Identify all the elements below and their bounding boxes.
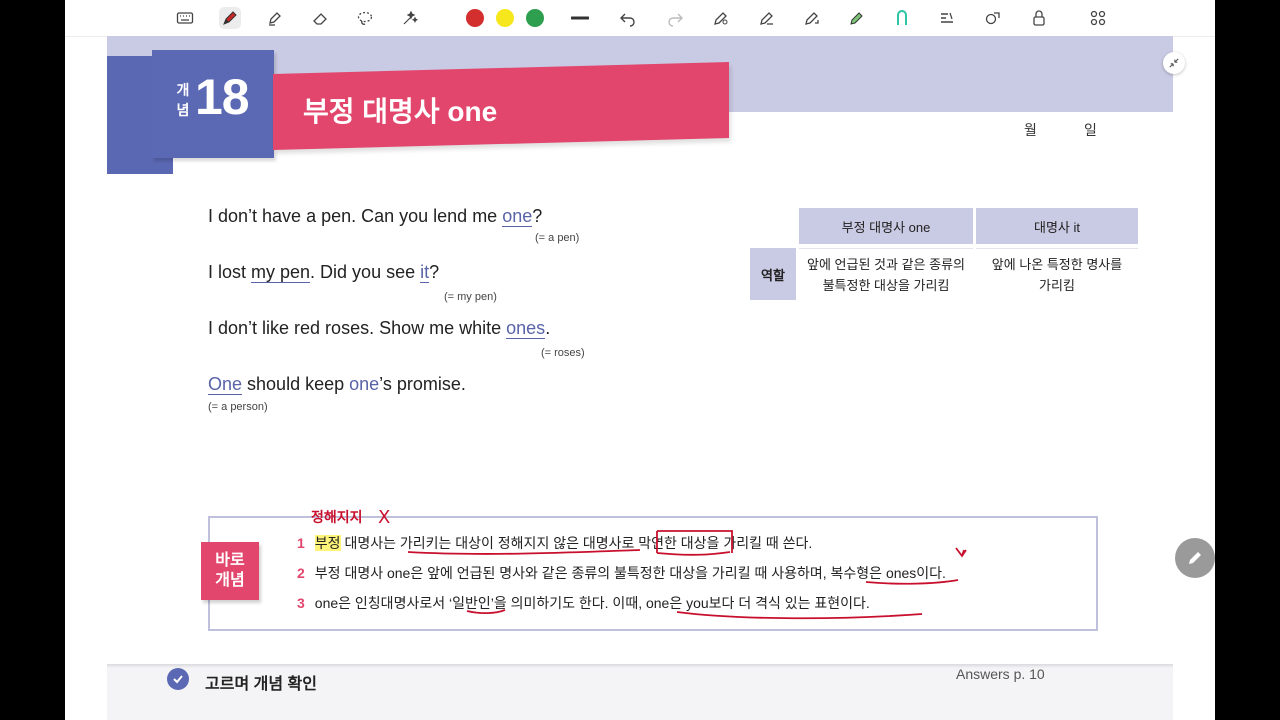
textbook-page: 개 념 18 부정 대명사 one 월 일 I don’t have a pen… (107, 36, 1173, 664)
page-title: 부정 대명사 one (303, 96, 498, 127)
document-canvas[interactable]: 개 념 18 부정 대명사 one 월 일 I don’t have a pen… (107, 36, 1173, 720)
collapse-icon[interactable] (1163, 52, 1185, 74)
keyword-one-capital: One (208, 374, 243, 395)
table-header-one: 부정 대명사 one (799, 208, 973, 244)
table-row-label: 역할 (750, 248, 796, 300)
concept-label-char-2: 념 (176, 102, 190, 118)
magic-icon[interactable] (399, 7, 421, 29)
pen-settings-icon[interactable] (710, 7, 732, 29)
keyboard-icon[interactable] (174, 7, 196, 29)
shape-pen-icon[interactable] (756, 7, 778, 29)
keyword-ones: ones (506, 318, 546, 339)
concept-item-2: 2 부정 대명사 one은 앞에 언급된 명사와 같은 종류의 불특정한 대상을 … (297, 565, 946, 581)
example-note-2: (= my pen) (444, 291, 497, 303)
example-sentence-2: I lost my pen. Did you see it? (208, 262, 440, 283)
concept-label: 개 념 (175, 80, 191, 120)
highlighter-icon[interactable] (264, 7, 286, 29)
stroke-icon[interactable] (891, 7, 913, 29)
redo-icon[interactable] (664, 7, 686, 29)
color-green-swatch[interactable] (526, 9, 544, 27)
example-sentence-3: I don’t like red roses. Show me white on… (208, 318, 551, 339)
concept-number: 18 (195, 69, 250, 125)
lock-icon[interactable] (1028, 7, 1050, 29)
lasso-icon[interactable] (354, 7, 376, 29)
pencil-fab-icon[interactable] (1175, 538, 1215, 578)
example-sentence-4: One should keep one’s promise. (208, 374, 466, 395)
tape-icon[interactable] (801, 7, 823, 29)
shapes-icon[interactable] (982, 7, 1004, 29)
answers-reference: Answers p. 10 (956, 666, 1045, 682)
pen-icon[interactable] (219, 7, 241, 29)
concept-box-tag: 바로 개념 (201, 542, 259, 600)
drawing-toolbar (65, 0, 1215, 37)
table-cell-it: 앞에 나온 특정한 명사를 가리킴 (976, 248, 1138, 301)
eraser-icon[interactable] (309, 7, 331, 29)
day-label: 일 (1084, 122, 1097, 138)
month-label: 월 (1024, 122, 1037, 138)
color-red-swatch[interactable] (466, 9, 484, 27)
table-header-it: 대명사 it (976, 208, 1138, 244)
color-yellow-swatch[interactable] (496, 9, 514, 27)
note-app-window: 개 념 18 부정 대명사 one 월 일 I don’t have a pen… (65, 0, 1215, 720)
concept-label-char-1: 개 (176, 82, 190, 98)
green-pen-icon[interactable] (846, 7, 868, 29)
keyword-it: it (420, 262, 430, 283)
concept-item-1: 1 부정 대명사는 가리키는 대상이 정해지지 않은 대명사로 막연한 대상을 가… (297, 535, 813, 551)
example-sentence-1: I don’t have a pen. Can you lend me one? (208, 206, 543, 227)
check-circle-icon (167, 668, 189, 690)
grid-icon[interactable] (1087, 7, 1109, 29)
stroke-width-icon[interactable] (569, 7, 591, 29)
section-title: 고르며 개념 확인 (205, 676, 317, 693)
table-cell-one: 앞에 언급된 것과 같은 종류의 불특정한 대상을 가리킴 (799, 248, 973, 301)
keyword-one: one (502, 206, 533, 227)
undo-icon[interactable] (617, 7, 639, 29)
concept-item-3: 3 one은 인칭대명사로서 ‘일반인’을 의미하기도 한다. 이때, one은 … (297, 595, 870, 611)
example-note-3: (= roses) (541, 347, 585, 359)
text-icon[interactable] (936, 7, 958, 29)
example-note-1: (= a pen) (535, 232, 580, 244)
example-note-4: (= a person) (208, 401, 268, 413)
